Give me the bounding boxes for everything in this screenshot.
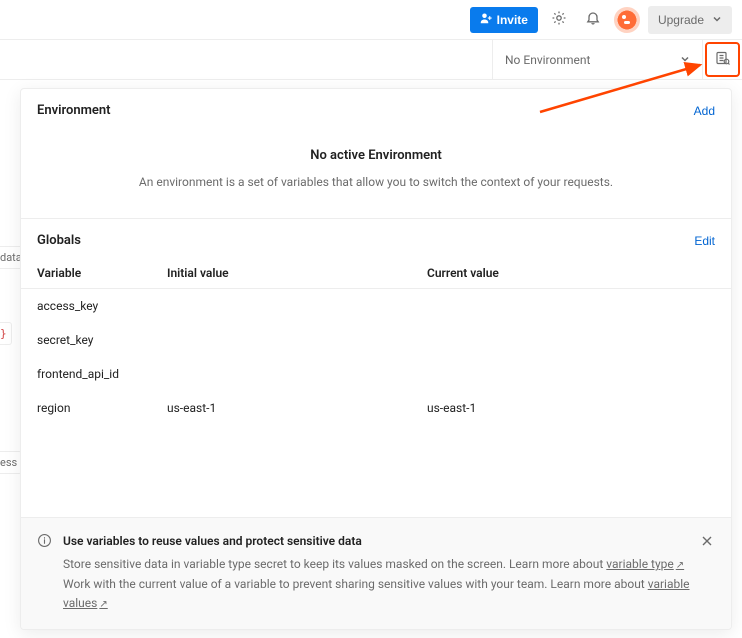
tip-line1: Store sensitive data in variable type se… <box>63 557 684 571</box>
no-environment-placeholder: No active Environment An environment is … <box>21 126 731 218</box>
top-bar: Invite Upgrade <box>0 0 742 40</box>
cell-initial <box>167 333 427 347</box>
close-tip-button[interactable] <box>701 534 715 553</box>
upgrade-button[interactable]: Upgrade <box>648 6 732 34</box>
avatar[interactable] <box>614 7 640 33</box>
cell-initial <box>167 367 427 381</box>
upgrade-label: Upgrade <box>658 13 704 27</box>
invite-button[interactable]: Invite <box>470 7 538 33</box>
cell-variable: region <box>37 401 167 415</box>
notifications-button[interactable] <box>580 7 606 33</box>
no-environment-headline: No active Environment <box>61 148 691 163</box>
cell-variable: frontend_api_id <box>37 367 167 381</box>
no-environment-sub: An environment is a set of variables tha… <box>61 173 691 192</box>
environment-select[interactable]: No Environment <box>492 40 702 79</box>
environment-bar: No Environment <box>0 40 742 80</box>
cell-variable: secret_key <box>37 333 167 347</box>
tip-banner: Use variables to reuse values and protec… <box>21 517 731 629</box>
cell-current: us-east-1 <box>427 401 715 415</box>
tip-headline: Use variables to reuse values and protec… <box>63 532 691 551</box>
invite-label: Invite <box>497 13 528 27</box>
col-current: Current value <box>427 266 715 280</box>
globals-rows: access_key secret_key frontend_api_idregio… <box>21 289 731 425</box>
col-variable: Variable <box>37 266 167 280</box>
globals-column-headers: Variable Initial value Current value <box>21 258 731 289</box>
tip-line2: Work with the current value of a variabl… <box>63 577 690 610</box>
cell-current <box>427 333 715 347</box>
info-icon <box>37 533 53 554</box>
external-link-icon: ↗ <box>676 560 684 571</box>
globals-row: frontend_api_id <box>21 357 731 391</box>
settings-button[interactable] <box>546 7 572 33</box>
environment-quicklook-button[interactable] <box>702 40 742 79</box>
col-initial: Initial value <box>167 266 427 280</box>
bell-icon <box>585 10 601 29</box>
cell-initial <box>167 299 427 313</box>
globals-section: Globals Edit Variable Initial value Curr… <box>21 219 731 517</box>
chevron-down-icon <box>680 53 690 67</box>
cell-variable: access_key <box>37 299 167 313</box>
cell-current <box>427 367 715 381</box>
environment-quicklook-panel: Environment Add No active Environment An… <box>20 88 732 630</box>
cell-current <box>427 299 715 313</box>
globals-section-title: Globals <box>37 233 81 248</box>
globals-section-header: Globals Edit <box>21 219 731 258</box>
add-environment-button[interactable]: Add <box>694 104 715 118</box>
background-fragment: } <box>0 322 12 345</box>
environment-selected-label: No Environment <box>505 53 590 67</box>
globals-row: regionus-east-1us-east-1 <box>21 391 731 425</box>
environment-quicklook-icon <box>715 50 731 69</box>
cell-initial: us-east-1 <box>167 401 427 415</box>
tip-body: Use variables to reuse values and protec… <box>63 532 691 613</box>
chevron-down-icon <box>712 13 722 27</box>
variable-type-link[interactable]: variable type↗ <box>606 557 684 571</box>
external-link-icon: ↗ <box>99 599 107 610</box>
globals-row: secret_key <box>21 323 731 357</box>
environment-section-title: Environment <box>37 103 111 118</box>
background-fragment: ess <box>0 451 22 474</box>
globals-row: access_key <box>21 289 731 323</box>
avatar-icon <box>619 12 635 28</box>
invite-icon <box>480 12 492 27</box>
edit-globals-button[interactable]: Edit <box>694 234 715 248</box>
gear-icon <box>551 10 567 29</box>
environment-section-header: Environment Add <box>21 89 731 126</box>
